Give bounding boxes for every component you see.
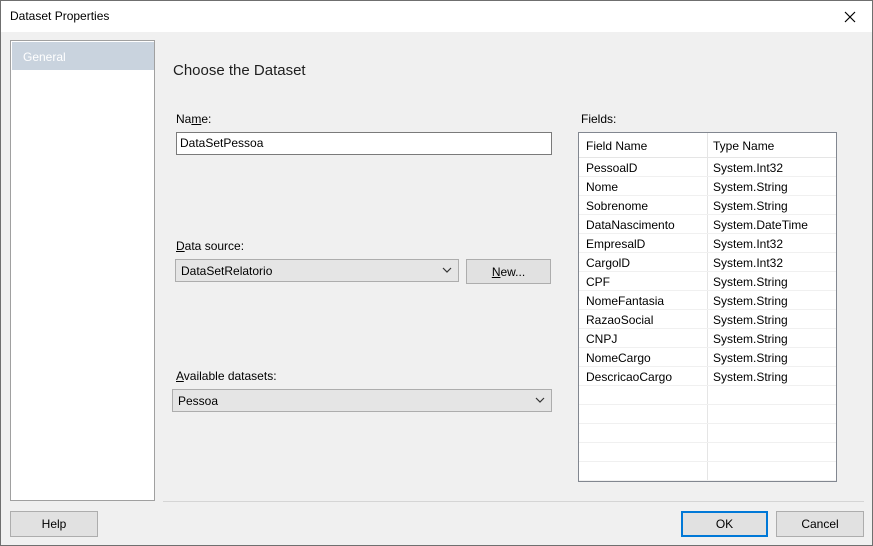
- navigation-panel: General: [10, 40, 155, 501]
- dataset-properties-dialog: Dataset Properties General Choose the Da…: [0, 0, 873, 546]
- name-label: Name:: [176, 112, 212, 126]
- help-button[interactable]: Help: [10, 511, 98, 537]
- new-data-source-button[interactable]: New...: [466, 259, 551, 284]
- table-row[interactable]: NomeFantasia System.String: [579, 291, 836, 310]
- table-row[interactable]: EmpresalD System.Int32: [579, 234, 836, 253]
- close-button[interactable]: [828, 1, 872, 32]
- available-datasets-value: Pessoa: [178, 394, 219, 408]
- close-icon: [844, 11, 856, 22]
- table-row[interactable]: RazaoSocial System.String: [579, 310, 836, 329]
- column-header-field-name[interactable]: Field Name: [586, 139, 647, 153]
- name-input[interactable]: DataSetPessoa: [176, 132, 552, 155]
- page-title: Choose the Dataset: [173, 62, 306, 79]
- empty-row[interactable]: [579, 405, 836, 424]
- table-row[interactable]: NomeCargo System.String: [579, 348, 836, 367]
- nav-item-label: General: [23, 50, 66, 64]
- empty-row[interactable]: [579, 462, 836, 481]
- ok-button[interactable]: OK: [681, 511, 768, 537]
- table-row[interactable]: CargolD System.Int32: [579, 253, 836, 272]
- available-datasets-select[interactable]: Pessoa: [172, 389, 552, 412]
- title-bar: Dataset Properties: [1, 1, 872, 32]
- empty-row[interactable]: [579, 386, 836, 405]
- data-source-value: DataSetRelatorio: [181, 264, 273, 278]
- fields-grid[interactable]: Field Name Type Name PessoalD System.Int3…: [578, 132, 837, 482]
- nav-item-general[interactable]: General: [12, 42, 154, 70]
- table-row[interactable]: CPF System.String: [579, 272, 836, 291]
- column-header-type-name[interactable]: Type Name: [713, 139, 774, 153]
- table-row[interactable]: Nome System.String: [579, 177, 836, 196]
- data-source-label: Data source:: [176, 239, 245, 253]
- empty-row[interactable]: [579, 443, 836, 462]
- table-row[interactable]: DescricaoCargo System.String: [579, 367, 836, 386]
- table-row[interactable]: CNPJ System.String: [579, 329, 836, 348]
- window-title: Dataset Properties: [10, 9, 110, 23]
- cancel-button[interactable]: Cancel: [776, 511, 864, 537]
- empty-row[interactable]: [579, 424, 836, 443]
- available-datasets-label: Available datasets:: [176, 369, 277, 383]
- chevron-down-icon: [535, 397, 545, 403]
- table-row[interactable]: PessoalD System.Int32: [579, 158, 836, 177]
- data-source-select[interactable]: DataSetRelatorio: [175, 259, 459, 282]
- grid-header: Field Name Type Name: [579, 133, 836, 158]
- table-row[interactable]: Sobrenome System.String: [579, 196, 836, 215]
- fields-label: Fields:: [581, 112, 617, 126]
- table-row[interactable]: DataNascimento System.DateTime: [579, 215, 836, 234]
- chevron-down-icon: [442, 267, 452, 273]
- footer-divider: [163, 501, 864, 502]
